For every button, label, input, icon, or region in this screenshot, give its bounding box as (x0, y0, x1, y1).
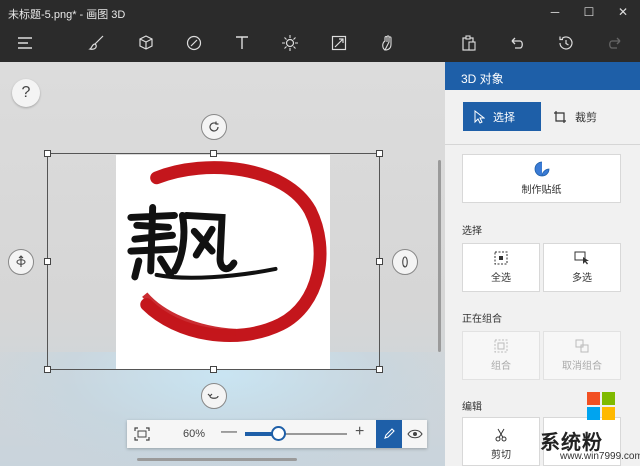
resize-handle-bottom-right[interactable] (376, 366, 383, 373)
title-bar: 未标题-5.png* - 画图 3D ─ ☐ ✕ (0, 0, 640, 24)
zoom-bar: 60% — + (127, 420, 427, 448)
group-label: 组合 (491, 361, 511, 372)
crop-tool-label: 裁剪 (575, 111, 597, 124)
multi-select-label: 多选 (572, 273, 592, 284)
zoom-slider-thumb[interactable] (270, 426, 286, 441)
help-button[interactable]: ? (12, 79, 40, 107)
view-mode-toggle[interactable] (403, 420, 427, 448)
canvas-icon[interactable] (326, 30, 352, 56)
stickers-icon[interactable] (181, 30, 207, 56)
sticker-icon (534, 161, 549, 177)
group-button[interactable]: 组合 (462, 331, 540, 380)
section-group-label: 正在组合 (462, 314, 502, 325)
3d-library-icon[interactable] (375, 30, 401, 56)
ungroup-icon (575, 339, 589, 353)
fit-icon (134, 427, 150, 441)
minimize-button[interactable]: ─ (538, 0, 572, 24)
menu-icon[interactable] (12, 30, 38, 56)
depth-icon (207, 393, 219, 399)
section-edit-label: 编辑 (462, 402, 482, 413)
select-tool-button[interactable]: 选择 (463, 102, 541, 131)
resize-handle-top-left[interactable] (44, 150, 51, 157)
crop-icon (554, 110, 566, 123)
fit-to-window-button[interactable] (131, 424, 153, 444)
canvas-workspace[interactable]: ? 60% — + (0, 62, 445, 466)
multi-select-icon (574, 251, 589, 265)
make-sticker-label: 制作贴纸 (521, 185, 562, 196)
paste-icon[interactable] (456, 30, 482, 56)
effects-icon[interactable] (277, 30, 303, 56)
watermark-url: www.win7999.com (560, 451, 640, 462)
ungroup-button[interactable]: 取消组合 (543, 331, 621, 380)
redo-icon[interactable] (602, 30, 628, 56)
rotate-y-handle[interactable] (8, 249, 34, 275)
cursor-icon (474, 109, 485, 124)
zoom-in-button[interactable]: + (355, 423, 364, 441)
cut-button[interactable]: 剪切 (462, 417, 540, 466)
resize-handle-right[interactable] (376, 258, 383, 265)
scissors-icon (495, 428, 507, 442)
eye-icon (407, 429, 423, 439)
ungroup-label: 取消组合 (562, 361, 602, 372)
resize-handle-bottom-left[interactable] (44, 366, 51, 373)
main-toolbar (0, 24, 640, 62)
group-icon (494, 339, 508, 353)
multi-select-button[interactable]: 多选 (543, 243, 621, 292)
resize-handle-top[interactable] (210, 150, 217, 157)
close-button[interactable]: ✕ (606, 0, 640, 24)
history-icon[interactable] (553, 30, 579, 56)
text-icon[interactable] (229, 30, 255, 56)
rotate-vertical-icon (402, 256, 408, 268)
resize-handle-bottom[interactable] (210, 366, 217, 373)
rotate-icon (209, 121, 219, 132)
window-title: 未标题-5.png* - 画图 3D (8, 9, 126, 21)
select-tool-label: 选择 (493, 111, 515, 124)
panel-title: 3D 对象 (445, 62, 640, 90)
resize-handle-top-right[interactable] (376, 150, 383, 157)
make-sticker-button[interactable]: 制作贴纸 (462, 154, 621, 203)
crop-tool-button[interactable]: 裁剪 (549, 102, 627, 131)
3d-shapes-icon[interactable] (133, 30, 159, 56)
undo-icon[interactable] (504, 30, 530, 56)
resize-handle-left[interactable] (44, 258, 51, 265)
rotate-horizontal-icon (16, 255, 26, 267)
select-all-button[interactable]: 全选 (462, 243, 540, 292)
section-select-label: 选择 (462, 226, 482, 237)
depth-handle[interactable] (201, 383, 227, 409)
rotate-x-handle[interactable] (392, 249, 418, 275)
selection-box[interactable] (47, 153, 380, 370)
zoom-out-button[interactable]: — (221, 423, 237, 441)
cut-label: 剪切 (491, 450, 511, 461)
panel-divider (445, 144, 640, 145)
horizontal-scrollbar[interactable] (137, 458, 297, 461)
rotate-z-handle[interactable] (201, 114, 227, 140)
brushes-icon[interactable] (84, 30, 110, 56)
zoom-value: 60% (183, 428, 206, 440)
pen-input-toggle[interactable] (376, 420, 402, 448)
select-all-label: 全选 (491, 273, 511, 284)
pen-icon (384, 428, 395, 439)
windows-logo-icon (587, 392, 615, 420)
vertical-scrollbar[interactable] (438, 160, 441, 352)
select-all-icon (494, 251, 508, 265)
maximize-button[interactable]: ☐ (572, 0, 606, 24)
